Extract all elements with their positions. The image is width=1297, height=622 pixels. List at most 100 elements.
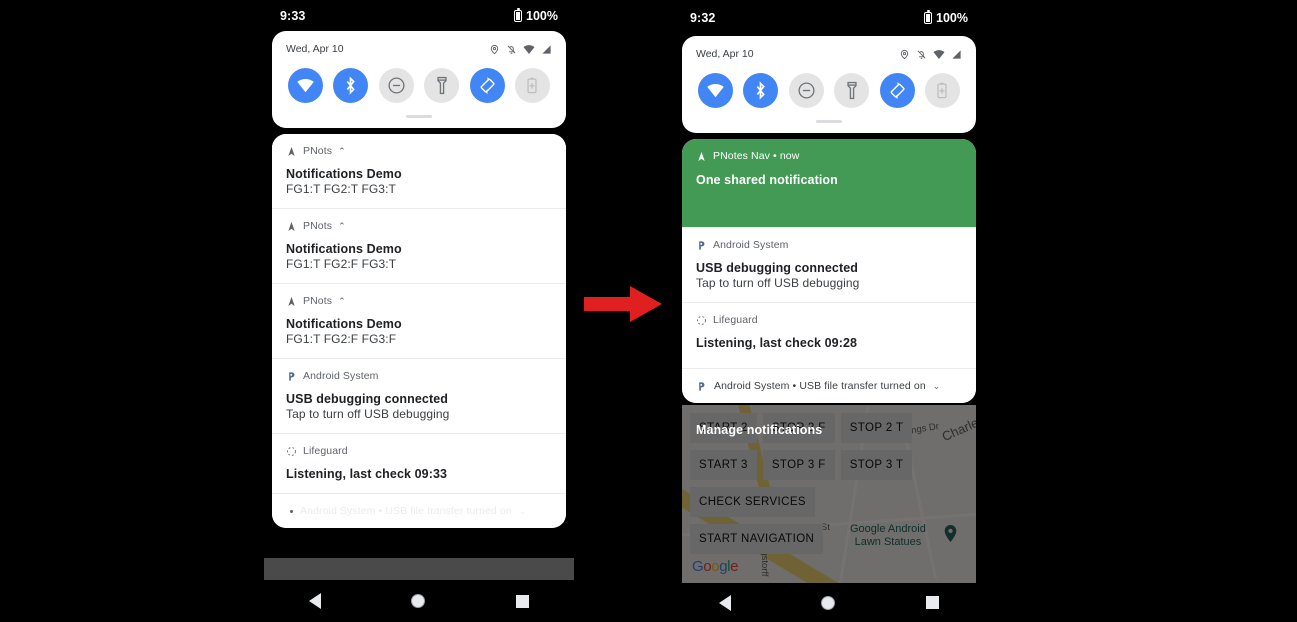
battery-plus-icon xyxy=(527,77,538,94)
flashlight-icon xyxy=(847,81,857,100)
battery-percent: 100% xyxy=(936,11,968,25)
notification-title: One shared notification xyxy=(696,173,838,187)
notification-footer[interactable]: Android System • USB file transfer turne… xyxy=(682,368,976,403)
notification-app-name: PNotes Nav • now xyxy=(713,150,800,162)
notification-app-name: PNots xyxy=(303,145,333,157)
navigation-bar xyxy=(264,580,574,622)
flashlight-tile[interactable] xyxy=(834,73,870,108)
notification-title: USB debugging connected xyxy=(286,392,449,406)
status-bar-right: 100% xyxy=(514,7,558,23)
shade-drag-handle[interactable] xyxy=(816,120,842,123)
notification-title: Notifications Demo xyxy=(286,317,402,331)
notification-header: PNotes Nav • now xyxy=(696,149,962,163)
chevron-up-icon[interactable]: ⌃ xyxy=(338,221,346,231)
maps-app-behind-shade: Landings Dr Charleston n St ngstorff Goo… xyxy=(682,405,976,583)
right-phone: Landings Dr Charleston n St ngstorff Goo… xyxy=(674,0,984,622)
notification-item[interactable]: PNots ⌃ Notifications Demo FG1:T FG2:F F… xyxy=(272,208,566,283)
notification-app-name: PNots xyxy=(303,295,333,307)
auto-rotate-tile[interactable] xyxy=(469,68,505,103)
notification-item[interactable]: PNots ⌃ Notifications Demo FG1:T FG2:F F… xyxy=(272,283,566,358)
chevron-down-icon[interactable]: ⌄ xyxy=(933,381,941,391)
notification-spacer xyxy=(696,350,962,356)
flashlight-tile[interactable] xyxy=(424,68,460,103)
wifi-icon xyxy=(933,49,945,59)
do-not-disturb-tile[interactable] xyxy=(378,68,414,103)
auto-rotate-tile[interactable] xyxy=(879,73,915,108)
chevron-down-icon[interactable]: ⌄ xyxy=(519,506,527,516)
notification-stack: PNots ⌃ Notifications Demo FG1:T FG2:T F… xyxy=(272,134,566,528)
notification-header: Android System xyxy=(286,369,552,383)
signal-bars-icon xyxy=(952,49,961,59)
android-system-p-icon xyxy=(699,240,705,250)
status-bar-right: 100% xyxy=(924,10,968,25)
nav-home-icon[interactable] xyxy=(411,594,426,608)
wifi-icon xyxy=(297,78,314,93)
notification-item[interactable]: Android System USB debugging connected T… xyxy=(682,227,976,302)
wifi-icon xyxy=(523,44,535,54)
bell-muted-icon xyxy=(507,45,516,54)
quick-settings-header: Wed, Apr 10 xyxy=(696,46,962,62)
notification-footer[interactable]: Android System • USB file transfer turne… xyxy=(272,493,566,528)
bluetooth-tile[interactable] xyxy=(333,68,369,103)
manage-notifications-button[interactable]: Manage notifications xyxy=(696,423,822,437)
wifi-icon xyxy=(707,83,724,98)
status-bar-time: 9:32 xyxy=(690,11,716,25)
battery-saver-tile[interactable] xyxy=(514,68,550,103)
notification-body: FG1:T FG2:T FG3:T xyxy=(286,182,396,196)
nav-recents-icon[interactable] xyxy=(515,594,529,608)
quick-settings-date: Wed, Apr 10 xyxy=(696,48,754,60)
android-system-p-icon xyxy=(699,381,705,391)
notification-body: Tap to turn off USB debugging xyxy=(696,276,860,290)
nav-recents-icon[interactable] xyxy=(925,596,939,609)
quick-settings-tiles xyxy=(696,73,962,108)
notification-item[interactable]: Android System USB debugging connected T… xyxy=(272,358,566,433)
screenshot-stage: 9:33 100% Wed, Apr 10 PNots ⌃ Notificati… xyxy=(0,0,1297,622)
notification-item[interactable]: PNots ⌃ Notifications Demo FG1:T FG2:T F… xyxy=(272,134,566,208)
notification-app-name: Lifeguard xyxy=(713,314,758,326)
battery-plus-icon xyxy=(937,82,948,99)
right-phone-screen: Landings Dr Charleston n St ngstorff Goo… xyxy=(674,0,984,583)
notification-title: Notifications Demo xyxy=(286,167,402,181)
flashlight-icon xyxy=(437,76,447,95)
notification-item[interactable]: Lifeguard Listening, last check 09:28 xyxy=(682,302,976,368)
notification-body: FG1:T FG2:F FG3:T xyxy=(286,257,397,271)
chevron-up-icon[interactable]: ⌃ xyxy=(338,296,346,306)
notification-header: Android System xyxy=(696,238,962,252)
notification-spacer xyxy=(696,187,962,215)
left-phone: 9:33 100% Wed, Apr 10 PNots ⌃ Notificati… xyxy=(264,0,574,622)
notification-app-name: Android System xyxy=(713,239,789,251)
quick-settings-tiles xyxy=(286,68,552,103)
bluetooth-tile[interactable] xyxy=(743,73,779,108)
wifi-tile[interactable] xyxy=(698,73,733,108)
location-pin-icon xyxy=(900,49,909,59)
battery-saver-tile[interactable] xyxy=(924,73,960,108)
status-bar: 9:33 100% xyxy=(264,0,574,31)
status-bar: 9:32 100% xyxy=(674,0,984,36)
location-pin-icon xyxy=(490,44,499,54)
lifeguard-dashed-circle-icon xyxy=(697,315,706,325)
shade-drag-handle[interactable] xyxy=(406,115,432,118)
bell-muted-icon xyxy=(917,50,926,59)
notification-body: Tap to turn off USB debugging xyxy=(286,407,450,421)
battery-full-icon xyxy=(924,10,933,24)
navigation-bar xyxy=(674,583,984,622)
bluetooth-icon xyxy=(757,81,766,100)
android-system-p-icon xyxy=(289,371,295,381)
wifi-tile[interactable] xyxy=(288,68,323,103)
chevron-up-icon[interactable]: ⌃ xyxy=(338,146,346,156)
quick-settings-date: Wed, Apr 10 xyxy=(286,43,344,55)
nav-home-icon[interactable] xyxy=(821,595,836,610)
footer-dot-icon xyxy=(290,509,293,513)
notification-item-highlighted[interactable]: PNotes Nav • now One shared notification xyxy=(682,139,976,227)
nav-back-icon[interactable] xyxy=(719,594,732,611)
minus-circle-icon xyxy=(388,77,405,94)
notification-app-name: Android System xyxy=(303,370,379,382)
notification-header: PNots ⌃ xyxy=(286,144,552,158)
notification-footer-text: Android System • USB file transfer turne… xyxy=(300,505,512,517)
navigation-arrow-icon xyxy=(698,151,705,161)
notification-item[interactable]: Lifeguard Listening, last check 09:33 xyxy=(272,433,566,493)
nav-back-icon[interactable] xyxy=(309,593,322,609)
shade-backdrop xyxy=(264,558,574,580)
do-not-disturb-tile[interactable] xyxy=(788,73,824,108)
navigation-arrow-icon xyxy=(288,146,295,156)
